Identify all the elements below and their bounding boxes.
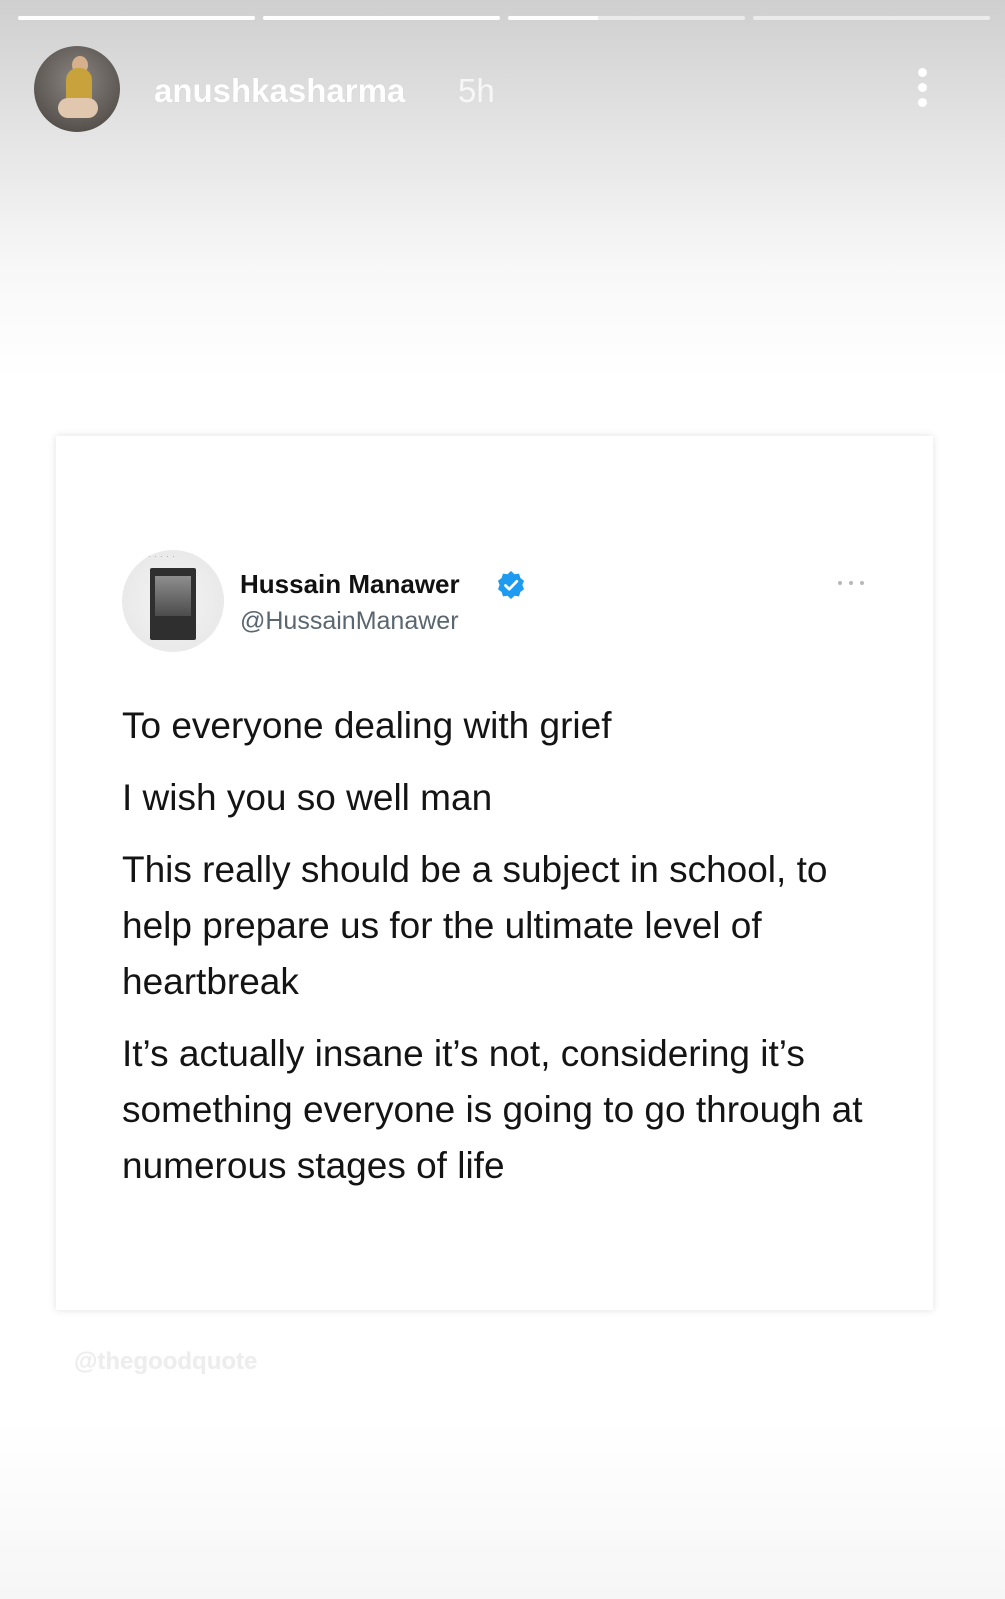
progress-segment bbox=[18, 16, 255, 20]
progress-segment bbox=[263, 16, 500, 20]
avatar-book-text: · · · · · bbox=[148, 553, 176, 561]
tweet-author-handle: @HussainManawer bbox=[240, 607, 459, 635]
tweet-paragraph: It’s actually insane it’s not, consideri… bbox=[122, 1033, 863, 1186]
tweet-text: To everyone dealing with grief I wish yo… bbox=[122, 698, 882, 1210]
story-view: anushkasharma 5h · · · · · Hussain Manaw… bbox=[0, 0, 1005, 1599]
tweet-card: · · · · · Hussain Manawer @HussainManawe… bbox=[56, 436, 933, 1310]
more-vertical-icon[interactable] bbox=[912, 64, 932, 112]
more-horizontal-icon[interactable] bbox=[836, 576, 866, 590]
progress-segment bbox=[753, 16, 990, 20]
story-progress-bar bbox=[18, 16, 990, 20]
tweet-paragraph: I wish you so well man bbox=[122, 777, 493, 818]
progress-fill bbox=[508, 16, 599, 20]
tweet-paragraph: This really should be a subject in schoo… bbox=[122, 849, 828, 1002]
profile-avatar[interactable] bbox=[34, 46, 120, 132]
tweet-author-avatar: · · · · · bbox=[122, 550, 224, 652]
verified-badge-icon bbox=[498, 571, 524, 599]
progress-fill bbox=[263, 16, 500, 20]
book-image bbox=[150, 568, 196, 640]
watermark-text: @thegoodquote bbox=[74, 1348, 258, 1375]
story-header: anushkasharma 5h bbox=[34, 46, 989, 134]
progress-segment bbox=[508, 16, 745, 20]
avatar-figure-legs bbox=[58, 98, 98, 118]
story-username[interactable]: anushkasharma bbox=[154, 72, 405, 110]
tweet-paragraph: To everyone dealing with grief bbox=[122, 705, 612, 746]
story-timestamp: 5h bbox=[458, 72, 495, 109]
progress-fill bbox=[18, 16, 255, 20]
tweet-author-name: Hussain Manawer bbox=[240, 569, 460, 599]
